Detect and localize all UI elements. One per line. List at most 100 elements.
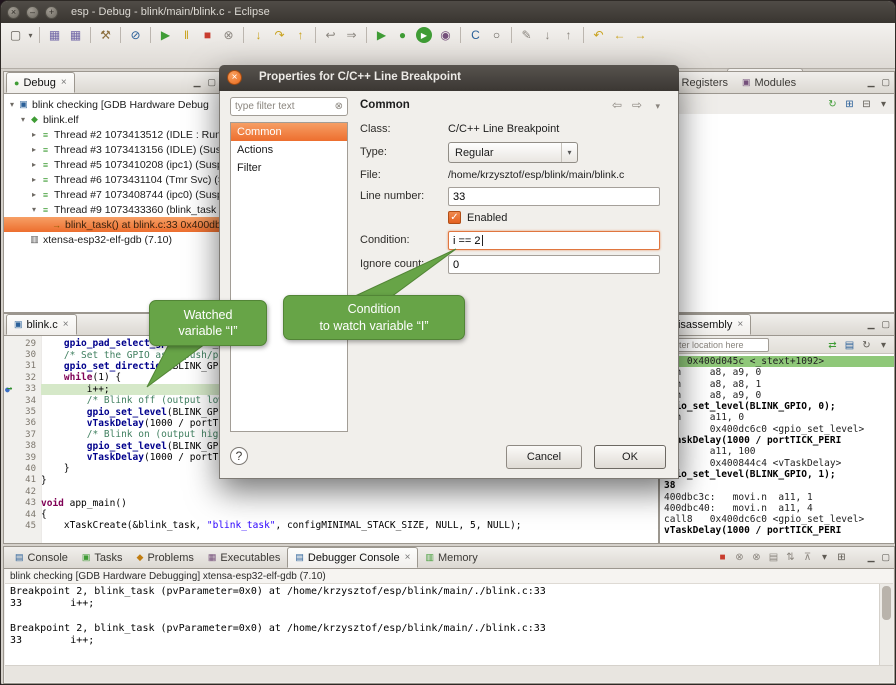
save-all-icon[interactable]: ▦ bbox=[65, 25, 86, 45]
tab-tasks[interactable]: ▣Tasks bbox=[75, 547, 130, 568]
expand-icon[interactable]: ▸ bbox=[29, 190, 39, 199]
disassembly-line[interactable]: 400dbc40: movi.n a11, 4 bbox=[660, 503, 894, 514]
view-menu-icon[interactable]: ▾ bbox=[875, 96, 892, 112]
debug-tree-item[interactable]: ▾≡Thread #9 1073433360 (blink_task bbox=[4, 202, 220, 217]
minimize-icon[interactable]: ▁ bbox=[868, 319, 875, 330]
condition-field[interactable]: i == 2 bbox=[448, 231, 660, 250]
sync-icon[interactable]: ⇄ bbox=[824, 337, 841, 353]
disassembly-line[interactable]: gpio_set_level(BLINK_GPIO, 0); bbox=[660, 401, 894, 412]
filter-input[interactable]: type filter text ⊗ bbox=[230, 97, 348, 116]
debug-tree-item[interactable]: ▸≡Thread #3 1073413156 (IDLE) (Susp bbox=[4, 142, 220, 157]
close-icon[interactable]: × bbox=[405, 552, 411, 563]
line-number-field[interactable]: 33 bbox=[448, 187, 660, 206]
new-dropdown-icon[interactable]: ▾ bbox=[26, 25, 35, 45]
debug-tree-item[interactable]: ▸≡Thread #5 1073410208 (ipc1) (Susp bbox=[4, 157, 220, 172]
tab-blink-c[interactable]: ▣ blink.c × bbox=[6, 314, 77, 335]
disassembly-line[interactable]: call8 0x400dc6c0 <gpio_set_level> bbox=[660, 514, 894, 525]
maximize-icon[interactable]: ▢ bbox=[881, 319, 890, 330]
tab-memory[interactable]: ▥Memory bbox=[418, 547, 484, 568]
build-icon[interactable]: ⚒ bbox=[95, 25, 116, 45]
type-select[interactable]: Regular ▾ bbox=[448, 142, 578, 163]
tab-modules[interactable]: ▣Modules bbox=[735, 72, 803, 93]
disconnect-icon[interactable]: ⊗ bbox=[218, 25, 239, 45]
disassembly-line[interactable]: l8 0x400844c4 <vTaskDelay> bbox=[660, 458, 894, 469]
new-wizard-icon[interactable]: ▢ bbox=[5, 25, 26, 45]
suspend-icon[interactable]: ‖ bbox=[176, 25, 197, 45]
disassembly-line[interactable]: gpio_set_level(BLINK_GPIO, 1); bbox=[660, 469, 894, 480]
tab-debugger-console[interactable]: ▤Debugger Console× bbox=[287, 547, 418, 568]
enabled-checkbox[interactable]: ✓ bbox=[448, 211, 461, 224]
disassembly-line[interactable]: a9, 0x400d045c <_stext+1092> bbox=[660, 356, 894, 367]
disassembly-line[interactable]: vTaskDelay(1000 / portTICK_PERI bbox=[660, 435, 894, 446]
terminate-icon[interactable]: ■ bbox=[714, 549, 731, 565]
dialog-section-actions[interactable]: Actions bbox=[231, 141, 347, 159]
window-maximize-button[interactable]: + bbox=[45, 6, 58, 19]
maximize-icon[interactable]: ▢ bbox=[207, 77, 216, 88]
add-register-group-icon[interactable]: ⊞ bbox=[841, 96, 858, 112]
disassembly-line[interactable]: l.n a8, a9, 0 bbox=[660, 367, 894, 378]
help-button[interactable]: ? bbox=[230, 447, 248, 465]
disassembly-content[interactable]: a9, 0x400d045c <_stext+1092>l.n a8, a9, … bbox=[660, 354, 894, 543]
minimize-icon[interactable]: ▁ bbox=[868, 77, 875, 88]
clear-filter-icon[interactable]: ⊗ bbox=[335, 101, 343, 112]
step-over-icon[interactable]: ↷ bbox=[269, 25, 290, 45]
back-icon[interactable]: ← bbox=[609, 25, 630, 45]
tab-problems[interactable]: ◆Problems bbox=[130, 547, 201, 568]
previous-annotation-icon[interactable]: ↑ bbox=[558, 25, 579, 45]
tab-console[interactable]: ▤Console bbox=[8, 547, 75, 568]
debug-tree-item[interactable]: →blink_task() at blink.c:33 0x400db bbox=[4, 217, 220, 232]
minimize-icon[interactable]: ▁ bbox=[868, 552, 875, 563]
collapse-icon[interactable]: ▾ bbox=[29, 205, 39, 214]
disassembly-line[interactable]: l.n a8, a9, 0 bbox=[660, 390, 894, 401]
code-line[interactable]: 42 bbox=[4, 486, 658, 497]
dialog-close-button[interactable]: × bbox=[227, 70, 242, 85]
maximize-icon[interactable]: ▢ bbox=[881, 77, 890, 88]
tab-executables[interactable]: ▦Executables bbox=[201, 547, 287, 568]
clear-console-icon[interactable]: ▤ bbox=[765, 549, 782, 565]
view-menu-icon[interactable]: ▾ bbox=[875, 337, 892, 353]
ignore-count-field[interactable]: 0 bbox=[448, 255, 660, 274]
debug-tree-item[interactable]: ▥xtensa-esp32-elf-gdb (7.10) bbox=[4, 232, 220, 247]
next-annotation-icon[interactable]: ↓ bbox=[537, 25, 558, 45]
open-console-icon[interactable]: ⊞ bbox=[833, 549, 850, 565]
close-icon[interactable]: × bbox=[63, 319, 69, 330]
pin-console-icon[interactable]: ⊼ bbox=[799, 549, 816, 565]
close-icon[interactable]: × bbox=[737, 319, 743, 330]
disassembly-line[interactable]: i.n a8, a8, 1 bbox=[660, 379, 894, 390]
display-console-icon[interactable]: ▾ bbox=[816, 549, 833, 565]
drop-to-frame-icon[interactable]: ↩ bbox=[320, 25, 341, 45]
disassembly-line[interactable]: l8 0x400dc6c0 <gpio_set_level> bbox=[660, 424, 894, 435]
dialog-section-filter[interactable]: Filter bbox=[231, 159, 347, 177]
mark-occurrences-icon[interactable]: ✎ bbox=[516, 25, 537, 45]
disassembly-line[interactable]: i a11, 100 bbox=[660, 446, 894, 457]
remove-launch-icon[interactable]: ⊗ bbox=[731, 549, 748, 565]
refresh-icon[interactable]: ↻ bbox=[824, 96, 841, 112]
step-return-icon[interactable]: ↑ bbox=[290, 25, 311, 45]
ok-button[interactable]: OK bbox=[594, 445, 666, 469]
run-icon[interactable]: ▶ bbox=[416, 27, 432, 43]
debug-tree-item[interactable]: ▸≡Thread #2 1073413512 (IDLE : Runn bbox=[4, 127, 220, 142]
resume-icon[interactable]: ▶ bbox=[155, 25, 176, 45]
save-icon[interactable]: ▦ bbox=[44, 25, 65, 45]
external-tools-icon[interactable]: ▶ bbox=[371, 25, 392, 45]
show-source-icon[interactable]: ▤ bbox=[841, 337, 858, 353]
cancel-button[interactable]: Cancel bbox=[506, 445, 582, 469]
code-line[interactable]: 44{ bbox=[4, 509, 658, 520]
expand-icon[interactable]: ▸ bbox=[29, 145, 39, 154]
expand-icon[interactable]: ▸ bbox=[29, 160, 39, 169]
dialog-section-common[interactable]: Common bbox=[231, 123, 347, 141]
scroll-lock-icon[interactable]: ⇅ bbox=[782, 549, 799, 565]
terminate-icon[interactable]: ■ bbox=[197, 25, 218, 45]
console-output[interactable]: Breakpoint 2, blink_task (pvParameter=0x… bbox=[5, 584, 879, 665]
back-icon[interactable]: ⇦ bbox=[612, 98, 622, 112]
refresh-icon[interactable]: ↻ bbox=[858, 337, 875, 353]
debug-tree-item[interactable]: ▸≡Thread #6 1073431104 (Tmr Svc) (S bbox=[4, 172, 220, 187]
collapse-icon[interactable]: ▾ bbox=[7, 100, 17, 109]
last-edit-location-icon[interactable]: ↶ bbox=[588, 25, 609, 45]
tab-debug[interactable]: ● Debug × bbox=[6, 72, 75, 93]
instruction-stepping-icon[interactable]: ⇒ bbox=[341, 25, 362, 45]
debug-tree-item[interactable]: ▾▣blink checking [GDB Hardware Debug bbox=[4, 97, 220, 112]
disassembly-line[interactable]: 38 bbox=[660, 480, 894, 491]
window-minimize-button[interactable]: – bbox=[26, 6, 39, 19]
expand-icon[interactable]: ▸ bbox=[29, 175, 39, 184]
